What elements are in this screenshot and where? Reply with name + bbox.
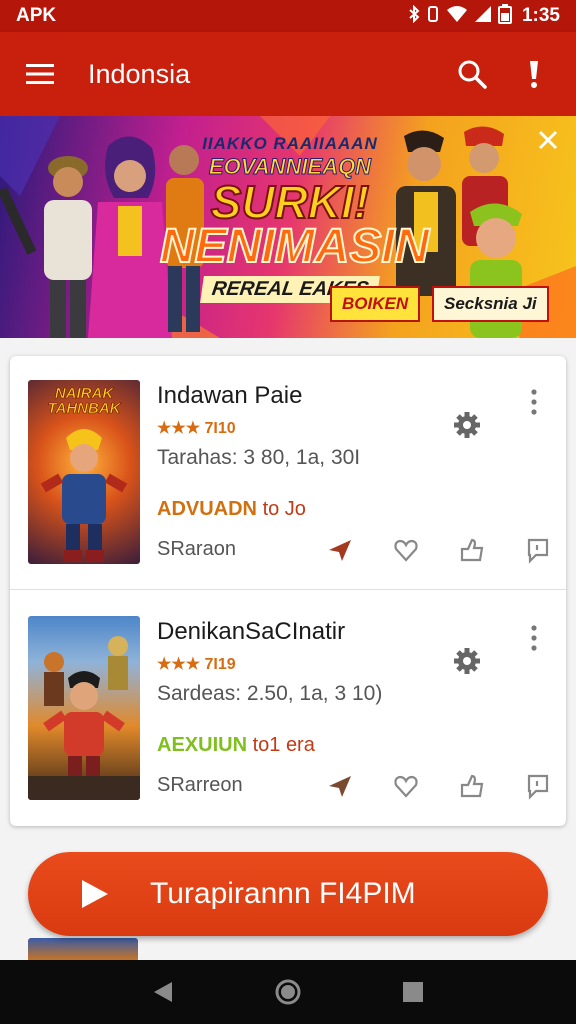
menu-button[interactable] (20, 54, 60, 94)
alert-icon (530, 61, 538, 88)
status-app-label: APK (16, 5, 57, 26)
gear-icon (454, 412, 480, 438)
battery-icon (497, 4, 512, 28)
close-icon (538, 130, 558, 150)
game-rating: ★★★ 7I10 (157, 420, 236, 437)
status-time: 1:35 (521, 5, 560, 26)
recents-icon (403, 982, 424, 1002)
search-icon (458, 60, 487, 89)
game-list-item[interactable]: DenikanSaCInatir ★★★ 7I19 Sardeas: 2.50,… (10, 592, 566, 825)
game-tag-bold: ADVUADN (157, 498, 257, 520)
banner-tag-left[interactable]: BOIKEN (330, 286, 421, 322)
play-cta-label: Turapirannn FI4PIM (150, 877, 416, 910)
game-tag: ADVUADN to Jo (157, 498, 306, 521)
menu-icon (26, 64, 54, 84)
like-button[interactable] (452, 530, 492, 570)
game-meta: Sardeas: 2.50, 1a, 3 10) (157, 682, 383, 705)
game-more-button[interactable] (522, 620, 546, 656)
favorite-button[interactable] (386, 766, 426, 806)
banner-line-4: NENIMASIN (159, 220, 430, 273)
banner-tag-right[interactable]: Secksnia Ji (432, 286, 549, 322)
status-bar: APK 1:35 (0, 0, 576, 32)
game-actions (310, 530, 560, 570)
like-button[interactable] (452, 766, 492, 806)
game-rating: ★★★ 7I19 (157, 656, 236, 673)
bluetooth-icon (408, 4, 420, 27)
play-icon (82, 880, 108, 908)
alert-button[interactable] (512, 52, 556, 96)
game-actions (310, 766, 560, 806)
play-cta-button[interactable]: Turapirannn FI4PIM (28, 852, 548, 936)
list-divider (10, 589, 566, 590)
favorite-button[interactable] (386, 530, 426, 570)
send-icon (329, 540, 351, 561)
game-tag-bold: AEXUIUN (157, 734, 248, 756)
game-tag-rest: to1 era (252, 734, 315, 756)
game-settings-button[interactable] (452, 646, 482, 676)
comment-button[interactable] (518, 766, 558, 806)
thumbs-up-icon (460, 538, 484, 562)
back-icon (153, 982, 172, 1002)
heart-icon (394, 539, 418, 562)
signal-icon (474, 5, 492, 27)
status-icons (408, 4, 512, 28)
more-vert-icon (531, 625, 537, 651)
game-settings-button[interactable] (452, 410, 482, 440)
game-cover-art (28, 636, 140, 800)
game-list-card: NAIRAK TAHNBAK Indawan Paie ★★★ 7I10 Tar… (10, 356, 566, 826)
comment-icon (527, 774, 549, 800)
game-tag: AEXUIUN to1 era (157, 734, 315, 757)
thumbs-up-icon (460, 774, 484, 798)
game-title: Indawan Paie (157, 382, 303, 409)
banner-line-1: IIAKKO RAAIIAAAN (202, 134, 378, 153)
game-meta: Tarahas: 3 80, 1a, 30I (157, 446, 361, 469)
game-cover-image (28, 616, 140, 800)
game-cover-image: NAIRAK TAHNBAK (28, 380, 140, 564)
home-icon (275, 979, 301, 1005)
search-button[interactable] (450, 52, 494, 96)
comment-button[interactable] (518, 530, 558, 570)
send-icon (329, 776, 351, 797)
banner-line-3: SURKI! (210, 176, 370, 228)
system-nav-bar (0, 960, 576, 1024)
banner-headline: IIAKKO RAAIIAAAN EOVANNIEAQN SURKI! NENI… (159, 134, 430, 303)
phone-screen: APK 1:35 Indonsia IIAKKO RAAIIAAAN EOVAN… (0, 0, 576, 1024)
vibrate-icon (426, 5, 440, 27)
app-bar: Indonsia (0, 32, 576, 116)
share-button[interactable] (320, 530, 360, 570)
gear-icon (454, 648, 480, 674)
game-source: SRaraon (157, 538, 236, 560)
nav-back-button[interactable] (143, 972, 183, 1012)
game-source: SRarreon (157, 774, 243, 796)
nav-recents-button[interactable] (393, 972, 433, 1012)
comment-icon (527, 538, 549, 564)
nav-home-button[interactable] (268, 972, 308, 1012)
game-cover-title: NAIRAK TAHNBAK (47, 385, 121, 417)
next-game-cover-peek (28, 938, 138, 962)
game-tag-rest: to Jo (262, 498, 306, 520)
heart-icon (394, 775, 418, 798)
game-more-button[interactable] (522, 384, 546, 420)
game-title: DenikanSaCInatir (157, 618, 346, 645)
app-title: Indonsia (88, 58, 191, 89)
wifi-icon (446, 5, 468, 27)
game-list-item[interactable]: NAIRAK TAHNBAK Indawan Paie ★★★ 7I10 Tar… (10, 356, 566, 589)
banner-close-button[interactable] (530, 122, 566, 158)
more-vert-icon (531, 389, 537, 415)
share-button[interactable] (320, 766, 360, 806)
